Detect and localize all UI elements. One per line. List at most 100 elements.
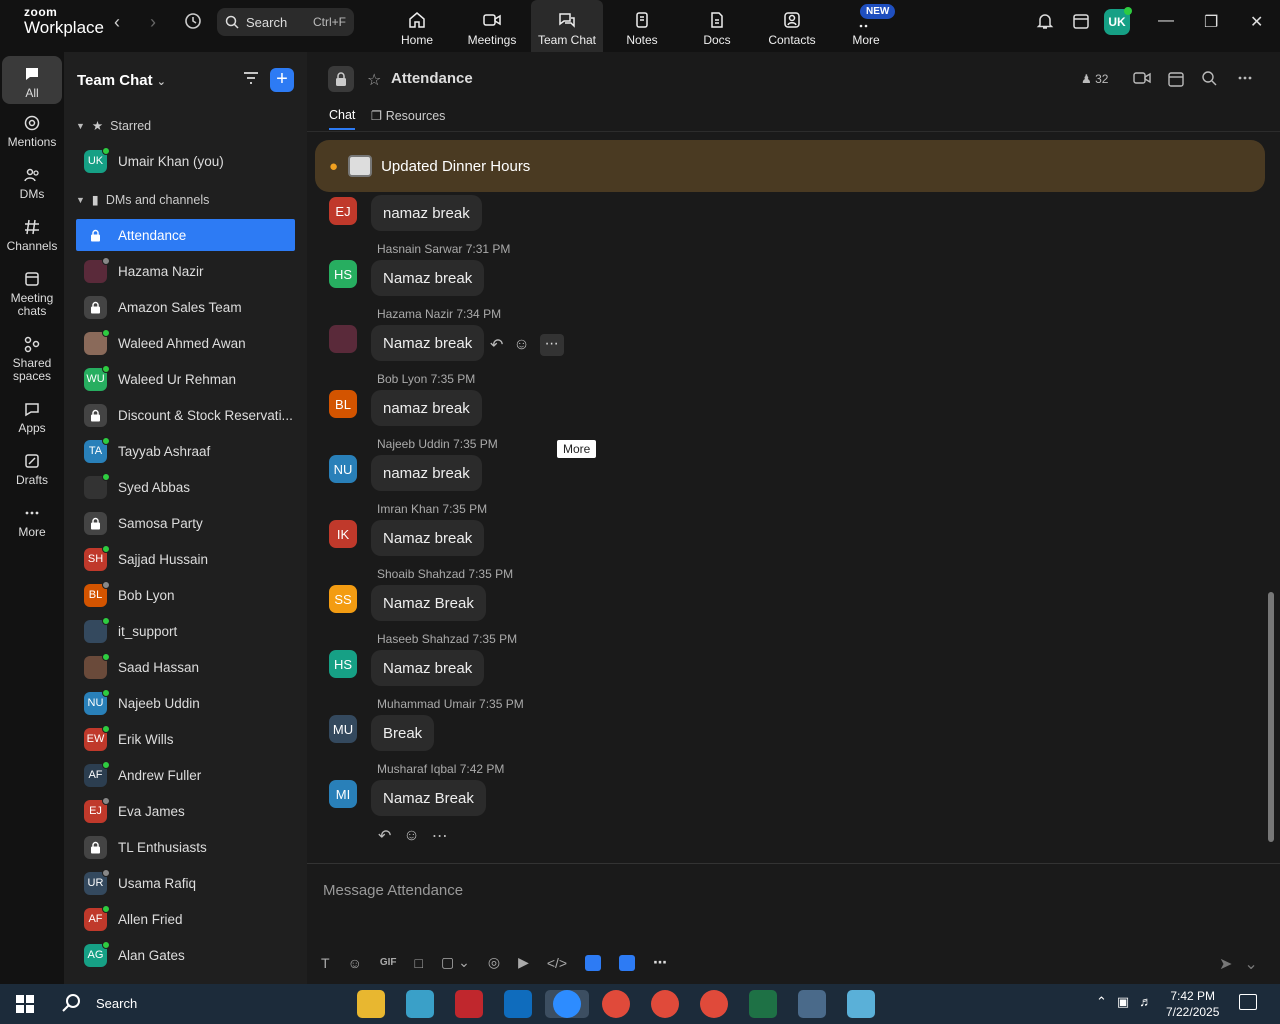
scrollbar[interactable]: [1267, 132, 1275, 862]
excel-icon[interactable]: [749, 990, 777, 1018]
windows-start-icon[interactable]: [16, 995, 34, 1013]
channel-title[interactable]: Attendance: [391, 70, 473, 87]
sidebar-item-hazama-nazir[interactable]: Hazama Nazir: [76, 255, 295, 287]
rail-dms[interactable]: DMs: [2, 166, 62, 201]
avatar[interactable]: HS: [329, 650, 357, 678]
avatar[interactable]: HS: [329, 260, 357, 288]
file-explorer-icon[interactable]: [357, 990, 385, 1018]
back-arrow-icon[interactable]: ‹: [114, 12, 120, 33]
message-bubble[interactable]: Break: [371, 715, 435, 751]
code-icon[interactable]: </>: [547, 955, 567, 971]
message-composer[interactable]: Message Attendance T ☺ GIF □ ▢ ⌄ ◎ ▶ </>…: [307, 863, 1280, 984]
rail-drafts[interactable]: Drafts: [2, 452, 62, 487]
tab-notes[interactable]: Notes: [606, 0, 678, 52]
member-count[interactable]: ♟ 32: [1081, 72, 1108, 86]
star-icon[interactable]: ☆: [367, 70, 381, 90]
sidebar-item-attendance[interactable]: Attendance: [76, 219, 295, 251]
sidebar-item-syed-abbas[interactable]: Syed Abbas: [76, 471, 295, 503]
avatar[interactable]: MI: [329, 780, 357, 808]
gif-icon[interactable]: GIF: [380, 957, 397, 968]
reply-icon[interactable]: ↶: [490, 335, 503, 355]
volume-icon[interactable]: ♬: [1139, 994, 1152, 1010]
sidebar-item-it-support[interactable]: it_support: [76, 615, 295, 647]
sidebar-title[interactable]: Team Chat ⌄: [77, 72, 166, 89]
tab-contacts[interactable]: Contacts: [756, 0, 828, 52]
minimize-icon[interactable]: —: [1158, 12, 1174, 30]
more-options-icon[interactable]: [1237, 70, 1253, 91]
calendar-top-icon[interactable]: [1072, 12, 1090, 35]
avatar[interactable]: [329, 325, 357, 353]
emoji-icon[interactable]: ☺: [403, 827, 419, 845]
sender-name[interactable]: Muhammad Umair: [377, 697, 476, 711]
reply-icon[interactable]: ↶: [378, 826, 391, 846]
sidebar-item-eva-james[interactable]: EJ Eva James: [76, 795, 295, 827]
sender-name[interactable]: Hasnain Sarwar: [377, 242, 462, 256]
message-bubble[interactable]: namaz break: [371, 455, 482, 491]
search-bar[interactable]: Search Ctrl+F: [217, 8, 354, 36]
avatar[interactable]: NU: [329, 455, 357, 483]
taskbar-clock[interactable]: 7:42 PM 7/22/2025: [1166, 988, 1219, 1020]
app-icon[interactable]: [619, 954, 636, 971]
avatar[interactable]: BL: [329, 390, 357, 418]
rail-mentions[interactable]: Mentions: [2, 114, 62, 149]
text-format-icon[interactable]: T: [321, 955, 330, 971]
search-icon[interactable]: [1201, 70, 1217, 91]
section-dms-channels[interactable]: ▼ ▮ DMs and channels: [76, 192, 209, 208]
taskbar-search[interactable]: Search: [60, 992, 137, 1014]
sidebar-item-saad-hassan[interactable]: Saad Hassan: [76, 651, 295, 683]
app-icon[interactable]: [585, 954, 602, 971]
sidebar-item-bob-lyon[interactable]: BL Bob Lyon: [76, 579, 295, 611]
more-icon[interactable]: ⋯: [432, 826, 448, 846]
forward-arrow-icon[interactable]: ›: [150, 12, 156, 33]
restore-icon[interactable]: ❐: [1204, 12, 1218, 32]
mic-icon[interactable]: ◎: [488, 954, 500, 971]
message-bubble[interactable]: Namaz break: [371, 325, 485, 361]
sidebar-item-usama-rafiq[interactable]: UR Usama Rafiq: [76, 867, 295, 899]
emoji-icon[interactable]: ☺: [513, 336, 529, 354]
history-icon[interactable]: [183, 11, 205, 33]
sender-name[interactable]: Najeeb Uddin: [377, 437, 450, 451]
sidebar-item-waleed-ur-rehman[interactable]: WU Waleed Ur Rehman: [76, 363, 295, 395]
chrome-icon[interactable]: [651, 990, 679, 1018]
sender-name[interactable]: Imran Khan: [377, 502, 439, 516]
avatar[interactable]: EJ: [329, 197, 357, 225]
app-icon[interactable]: [406, 990, 434, 1018]
sidebar-item-tayyab-ashraaf[interactable]: TA Tayyab Ashraaf: [76, 435, 295, 467]
avatar[interactable]: MU: [329, 715, 357, 743]
rail-meeting-chats[interactable]: Meeting chats: [2, 270, 62, 318]
emoji-icon[interactable]: ☺: [348, 955, 362, 971]
avatar[interactable]: SS: [329, 585, 357, 613]
message-bubble[interactable]: namaz break: [371, 195, 482, 231]
tab-home[interactable]: Home: [381, 0, 453, 52]
rail-apps[interactable]: Apps: [2, 400, 62, 435]
chevron-up-icon[interactable]: ⌃: [1096, 994, 1107, 1010]
message-bubble[interactable]: Namaz break: [371, 260, 485, 296]
file-icon[interactable]: □: [415, 955, 423, 971]
video-message-icon[interactable]: ▶: [518, 954, 529, 971]
screenshot-icon[interactable]: ▢ ⌄: [441, 954, 470, 971]
sidebar-item-sajjad-hussain[interactable]: SH Sajjad Hussain: [76, 543, 295, 575]
sidebar-item-alan-gates[interactable]: AG Alan Gates: [76, 939, 295, 971]
chevron-down-icon[interactable]: ⌄: [1244, 954, 1257, 974]
sidebar-item-andrew-fuller[interactable]: AF Andrew Fuller: [76, 759, 295, 791]
message-bubble[interactable]: Namaz break: [371, 650, 485, 686]
ellipsis-icon[interactable]: ⋯: [653, 954, 667, 971]
send-icon[interactable]: ➤: [1219, 954, 1232, 974]
sidebar-item-umair-khan[interactable]: UK Umair Khan (you): [76, 145, 295, 177]
schedule-icon[interactable]: [1167, 70, 1185, 93]
rail-channels[interactable]: Channels: [2, 218, 62, 253]
message-bubble[interactable]: namaz break: [371, 390, 482, 426]
app-icon[interactable]: [847, 990, 875, 1018]
sender-name[interactable]: Bob Lyon: [377, 372, 427, 386]
section-starred[interactable]: ▼ ★ Starred: [76, 118, 151, 134]
sidebar-item-erik-wills[interactable]: EW Erik Wills: [76, 723, 295, 755]
sidebar-item-samosa-party[interactable]: Samosa Party: [76, 507, 295, 539]
tab-resources[interactable]: ❐ Resources: [371, 108, 445, 123]
zoom-taskbar-icon[interactable]: [545, 990, 589, 1018]
chrome-icon[interactable]: [602, 990, 630, 1018]
sidebar-item-najeeb-uddin[interactable]: NU Najeeb Uddin: [76, 687, 295, 719]
message-input[interactable]: Message Attendance: [323, 882, 463, 899]
chrome-icon[interactable]: [700, 990, 728, 1018]
avatar[interactable]: IK: [329, 520, 357, 548]
message-bubble[interactable]: Namaz break: [371, 520, 485, 556]
